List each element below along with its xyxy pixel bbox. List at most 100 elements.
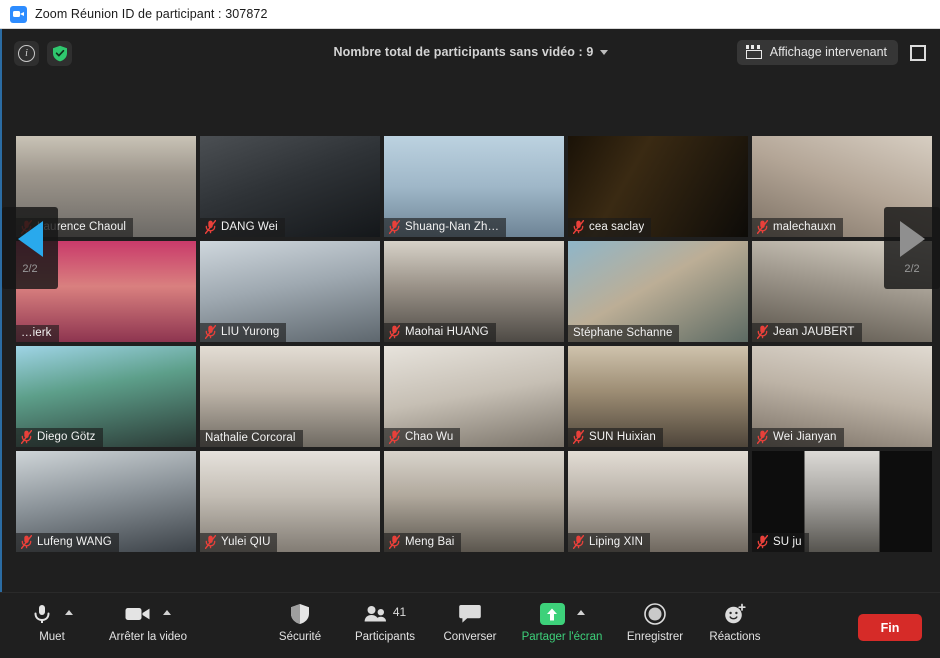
shield-icon	[290, 603, 310, 625]
participant-name: SU ju	[773, 536, 802, 548]
participants-icon	[364, 605, 388, 623]
participant-name: malechauxn	[773, 221, 837, 233]
participant-nameplate: Jean JAUBERT	[752, 323, 862, 342]
participant-tile[interactable]: LIU Yurong	[200, 241, 380, 342]
reactions-icon	[724, 603, 746, 625]
participant-tile[interactable]: Meng Bai	[384, 451, 564, 552]
chevron-up-icon[interactable]	[576, 610, 585, 615]
control-glyph-row	[724, 601, 746, 627]
mute-label: Muet	[39, 631, 65, 643]
microphone-muted-icon	[389, 430, 400, 444]
control-glyph-row	[459, 601, 481, 627]
fullscreen-icon[interactable]	[910, 44, 926, 61]
participant-name: Chao Wu	[405, 431, 454, 443]
participant-name: Stéphane Schanne	[573, 327, 673, 339]
mute-button[interactable]: Muet	[4, 601, 100, 643]
share-screen-label: Partager l'écran	[521, 631, 603, 643]
control-glyph-row	[125, 601, 171, 627]
chat-bubble-icon	[459, 604, 481, 624]
microphone-muted-icon	[573, 220, 584, 234]
gallery-view-icon	[745, 45, 762, 59]
participant-name: Wei Jianyan	[773, 431, 837, 443]
info-icon: i	[18, 45, 35, 62]
participant-video	[804, 451, 880, 552]
participant-name: Maohai HUANG	[405, 326, 489, 338]
next-page-label: 2/2	[904, 263, 920, 275]
chevron-up-icon[interactable]	[65, 610, 73, 615]
microphone-muted-icon	[389, 220, 400, 234]
participant-name: DANG Wei	[221, 221, 278, 233]
next-page-button[interactable]: 2/2	[884, 207, 940, 289]
participants-without-video-dropdown[interactable]: Nombre total de participants sans vidéo …	[334, 45, 609, 59]
participant-tile[interactable]: Lufeng WANG	[16, 451, 196, 552]
microphone-muted-icon	[573, 430, 584, 444]
speaker-view-button[interactable]: Affichage intervenant	[736, 40, 898, 65]
participant-tile[interactable]: cea saclay	[568, 136, 748, 237]
participant-tile[interactable]: Diego Götz	[16, 346, 196, 447]
participant-nameplate: malechauxn	[752, 218, 844, 237]
participant-nameplate: Wei Jianyan	[752, 428, 844, 447]
participant-name: LIU Yurong	[221, 326, 280, 338]
reactions-button[interactable]: Réactions	[687, 601, 783, 643]
participant-name: Nathalie Corcoral	[205, 432, 296, 444]
window-title: Zoom Réunion ID de participant : 307872	[35, 7, 268, 21]
participant-name: Diego Götz	[37, 431, 96, 443]
security-button[interactable]: Sécurité	[252, 601, 348, 643]
reactions-label: Réactions	[709, 631, 761, 643]
top-bar-right-group: Affichage intervenant	[736, 40, 926, 65]
participant-nameplate: Lufeng WANG	[16, 533, 119, 552]
chevron-down-icon	[600, 49, 609, 55]
participant-tile[interactable]: Maohai HUANG	[384, 241, 564, 342]
microphone-muted-icon	[757, 535, 768, 549]
video-stage: i Nombre total de participants sans vidé…	[0, 29, 940, 592]
top-bar-left-group: i	[14, 41, 72, 66]
participant-tile[interactable]: Shuang-Nan Zh…	[384, 136, 564, 237]
participant-name: Meng Bai	[405, 536, 455, 548]
participants-button[interactable]: 41 Participants	[337, 601, 433, 643]
participant-name: Yulei QIU	[221, 536, 271, 548]
previous-page-label: 2/2	[22, 263, 38, 275]
stop-video-button[interactable]: Arrêter la video	[100, 601, 196, 643]
participant-nameplate: …ierk	[16, 325, 59, 342]
participant-tile[interactable]: Nathalie Corcoral	[200, 346, 380, 447]
zoom-meeting-window: Zoom Réunion ID de participant : 307872 …	[0, 0, 940, 658]
microphone-muted-icon	[21, 430, 32, 444]
share-screen-icon	[539, 603, 565, 625]
meeting-control-bar: Muet Arrêter la video Sécurité 41 Participan…	[0, 592, 940, 658]
participant-tile[interactable]: Stéphane Schanne	[568, 241, 748, 342]
end-meeting-button[interactable]: Fin	[858, 614, 922, 641]
chevron-up-icon[interactable]	[163, 610, 171, 615]
participant-name: Liping XIN	[589, 536, 644, 548]
participant-nameplate: Meng Bai	[384, 533, 462, 552]
participant-name: …ierk	[21, 327, 52, 339]
security-label: Sécurité	[278, 631, 322, 643]
participant-tile[interactable]: Wei Jianyan	[752, 346, 932, 447]
participant-nameplate: Nathalie Corcoral	[200, 430, 303, 447]
participant-tile[interactable]: SUN Huixian	[568, 346, 748, 447]
participant-nameplate: cea saclay	[568, 218, 652, 237]
participant-tile[interactable]: Chao Wu	[384, 346, 564, 447]
share-screen-button[interactable]: Partager l'écran	[514, 601, 610, 643]
participant-tile[interactable]: DANG Wei	[200, 136, 380, 237]
participant-nameplate: Maohai HUANG	[384, 323, 496, 342]
encryption-status-button[interactable]	[47, 41, 72, 66]
control-glyph-row	[539, 601, 585, 627]
previous-page-button[interactable]: 2/2	[2, 207, 58, 289]
window-titlebar: Zoom Réunion ID de participant : 307872	[0, 0, 940, 29]
participants-count-badge: 41	[392, 605, 407, 619]
participant-tile[interactable]: Yulei QIU	[200, 451, 380, 552]
participant-tile[interactable]: SU ju	[752, 451, 932, 552]
participant-grid: Laurence Chaoul DANG Wei Shuang-Nan Zh… cea…	[16, 136, 932, 582]
zoom-logo-icon	[10, 5, 27, 23]
record-icon	[644, 603, 666, 625]
microphone-muted-icon	[573, 535, 584, 549]
speaker-view-label: Affichage intervenant	[769, 45, 887, 59]
participant-tile[interactable]: Liping XIN	[568, 451, 748, 552]
meeting-info-button[interactable]: i	[14, 41, 39, 66]
microphone-muted-icon	[757, 220, 768, 234]
chat-button[interactable]: Converser	[422, 601, 518, 643]
participant-nameplate: Liping XIN	[568, 533, 651, 552]
control-glyph-row	[644, 601, 666, 627]
participant-nameplate: Diego Götz	[16, 428, 103, 447]
participant-nameplate: Chao Wu	[384, 428, 461, 447]
